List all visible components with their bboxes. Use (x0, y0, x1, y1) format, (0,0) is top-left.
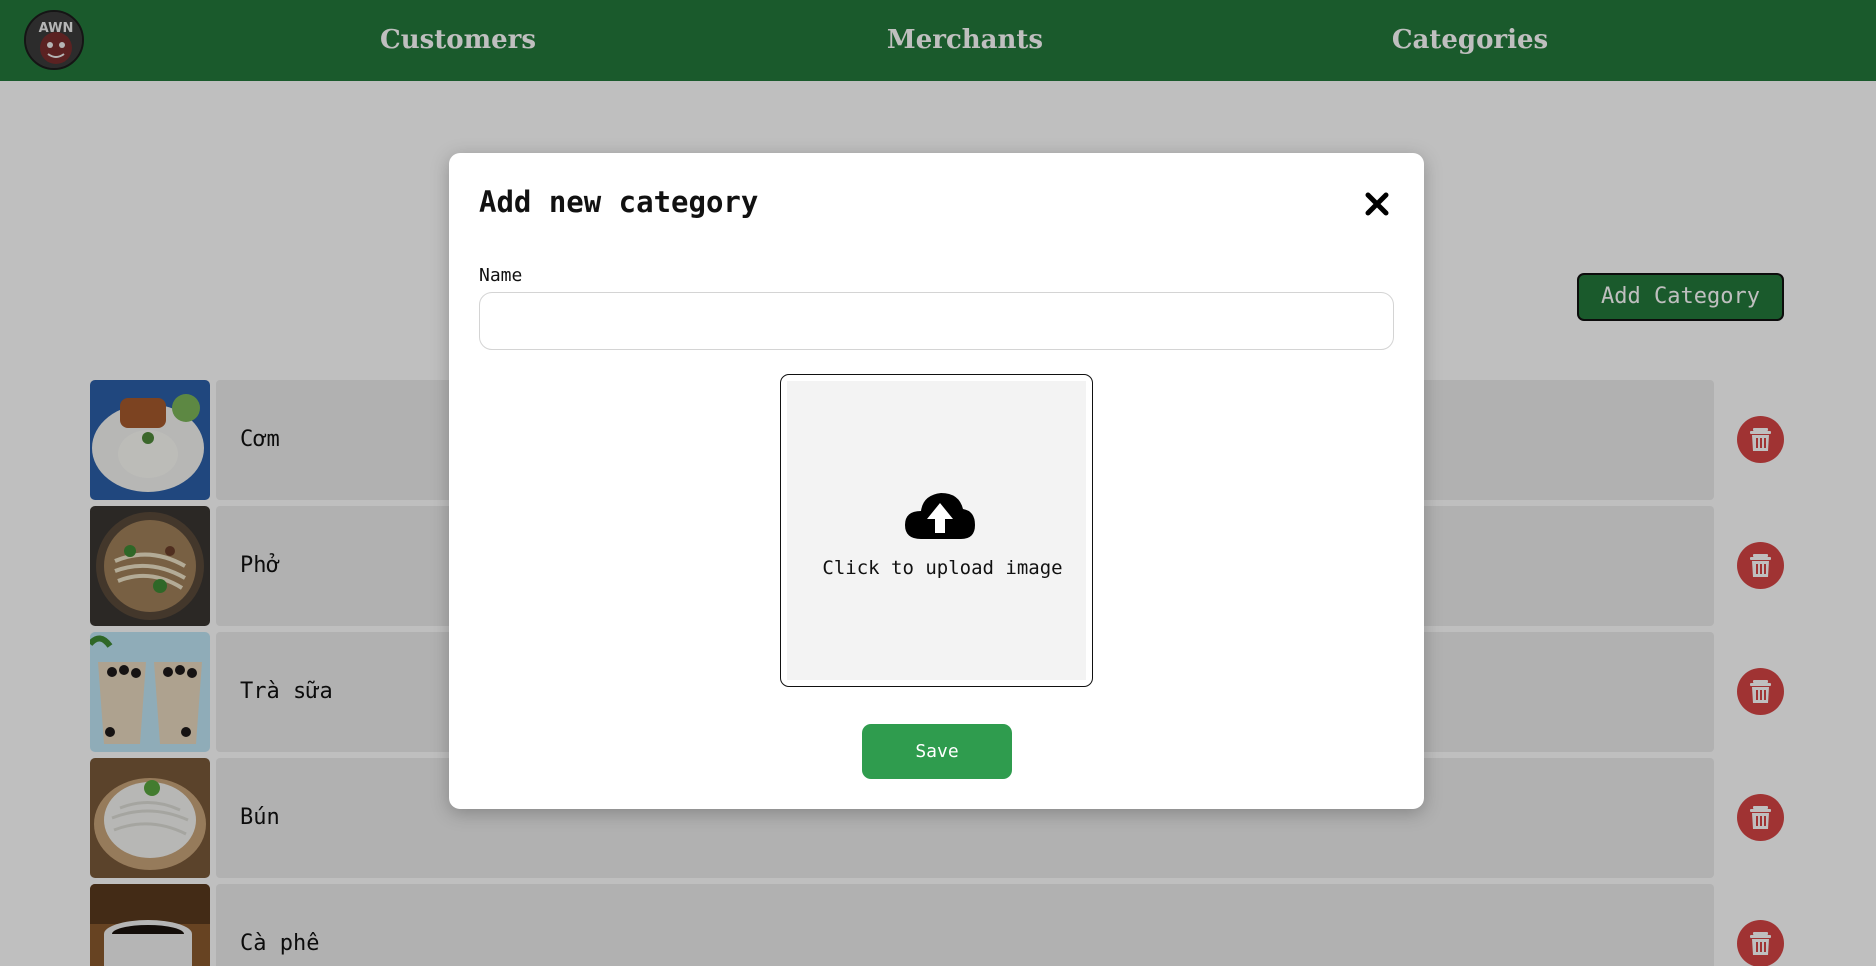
cloud-upload-icon (903, 489, 977, 541)
upload-dropzone: Click to upload image (787, 381, 1086, 680)
save-button[interactable]: Save (862, 724, 1012, 779)
name-input[interactable] (479, 292, 1394, 350)
upload-hint-text: Click to upload image (822, 557, 1063, 579)
image-upload-area[interactable]: Click to upload image (780, 374, 1093, 687)
close-icon[interactable] (1364, 191, 1390, 217)
add-category-modal: Add new category Name Click to upload im… (449, 153, 1424, 809)
modal-title: Add new category (479, 185, 759, 219)
name-label: Name (479, 265, 523, 286)
